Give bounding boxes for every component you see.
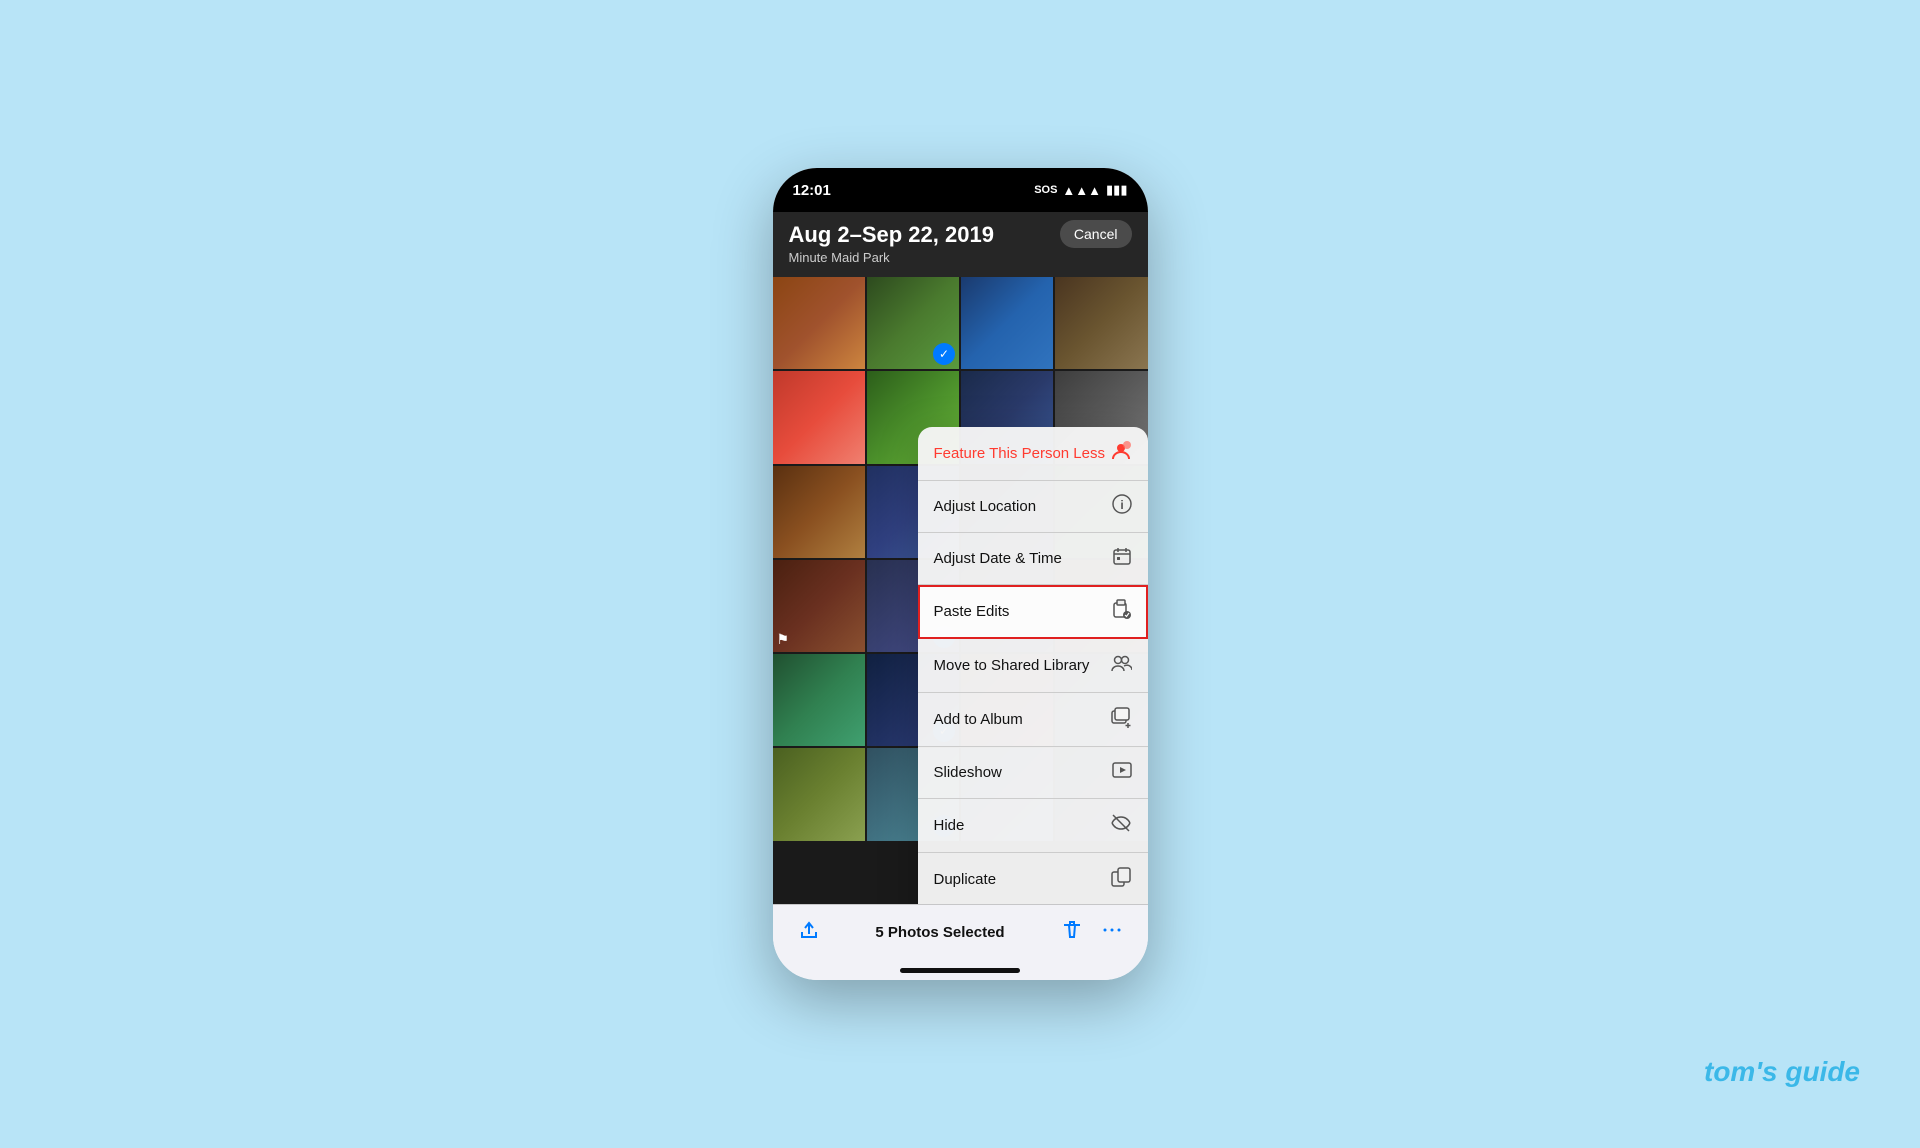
calendar-icon bbox=[1112, 546, 1132, 571]
cancel-button[interactable]: Cancel bbox=[1060, 220, 1132, 248]
photo-cell[interactable] bbox=[773, 748, 865, 840]
menu-item-label: Paste Edits bbox=[934, 603, 1010, 620]
photo-cell[interactable] bbox=[773, 277, 865, 369]
menu-item-duplicate[interactable]: Duplicate bbox=[918, 853, 1148, 904]
menu-item-adjust-location[interactable]: Adjust Location i bbox=[918, 481, 1148, 533]
shared-library-icon bbox=[1110, 652, 1132, 679]
paste-edits-icon bbox=[1110, 598, 1132, 625]
status-time: 12:01 bbox=[793, 182, 831, 199]
context-menu: Feature This Person Less Adjust Location… bbox=[918, 427, 1148, 904]
wifi-icon: ▲▲▲ bbox=[1062, 183, 1101, 198]
photo-cell[interactable]: ✓ bbox=[867, 277, 959, 369]
menu-item-label: Adjust Date & Time bbox=[934, 550, 1062, 567]
menu-item-label: Move to Shared Library bbox=[934, 657, 1090, 674]
delete-button[interactable] bbox=[1060, 918, 1084, 947]
menu-item-label: Duplicate bbox=[934, 871, 997, 888]
menu-item-add-to-album[interactable]: Add to Album bbox=[918, 693, 1148, 747]
menu-item-label: Feature This Person Less bbox=[934, 445, 1105, 462]
status-icons: SOS ▲▲▲ ▮▮▮ bbox=[1034, 182, 1127, 198]
phone-container: 12:01 SOS ▲▲▲ ▮▮▮ Aug 2–Sep 22, 2019 Min… bbox=[773, 168, 1148, 980]
menu-item-slideshow[interactable]: Slideshow bbox=[918, 747, 1148, 799]
bottom-toolbar: 5 Photos Selected bbox=[773, 904, 1148, 960]
photos-selected-label: 5 Photos Selected bbox=[875, 924, 1004, 941]
photo-cell[interactable] bbox=[773, 654, 865, 746]
photo-cell[interactable] bbox=[773, 466, 865, 558]
photo-cell[interactable]: ⚑ bbox=[773, 560, 865, 652]
battery-icon: ▮▮▮ bbox=[1106, 182, 1127, 198]
more-button[interactable] bbox=[1100, 918, 1124, 947]
svg-text:i: i bbox=[1120, 498, 1123, 512]
hide-icon bbox=[1110, 812, 1132, 839]
photo-cell[interactable] bbox=[961, 277, 1053, 369]
home-bar bbox=[900, 968, 1020, 973]
duplicate-icon bbox=[1110, 866, 1132, 893]
share-button[interactable] bbox=[797, 918, 821, 948]
menu-item-paste-edits[interactable]: Paste Edits bbox=[918, 585, 1148, 639]
photo-grid-area: ✓ bbox=[773, 277, 1148, 904]
menu-item-feature-person-less[interactable]: Feature This Person Less bbox=[918, 427, 1148, 481]
menu-item-label: Hide bbox=[934, 817, 965, 834]
add-album-icon bbox=[1110, 706, 1132, 733]
menu-item-label: Adjust Location bbox=[934, 498, 1037, 515]
photo-cell[interactable] bbox=[773, 371, 865, 463]
photo-cell[interactable] bbox=[1055, 277, 1147, 369]
header-location: Minute Maid Park bbox=[789, 250, 1132, 265]
sos-label: SOS bbox=[1034, 184, 1057, 196]
home-indicator bbox=[773, 960, 1148, 980]
menu-item-label: Slideshow bbox=[934, 764, 1002, 781]
flag-badge: ⚑ bbox=[777, 631, 790, 648]
toms-guide-watermark: tom's guide bbox=[1704, 1056, 1860, 1088]
feature-person-icon bbox=[1110, 440, 1132, 467]
header: Aug 2–Sep 22, 2019 Minute Maid Park Canc… bbox=[773, 212, 1148, 277]
menu-item-label: Add to Album bbox=[934, 711, 1023, 728]
status-bar: 12:01 SOS ▲▲▲ ▮▮▮ bbox=[773, 168, 1148, 212]
menu-item-adjust-date-time[interactable]: Adjust Date & Time bbox=[918, 533, 1148, 585]
info-icon: i bbox=[1112, 494, 1132, 519]
menu-item-hide[interactable]: Hide bbox=[918, 799, 1148, 853]
slideshow-icon bbox=[1112, 760, 1132, 785]
menu-item-move-shared-library[interactable]: Move to Shared Library bbox=[918, 639, 1148, 693]
